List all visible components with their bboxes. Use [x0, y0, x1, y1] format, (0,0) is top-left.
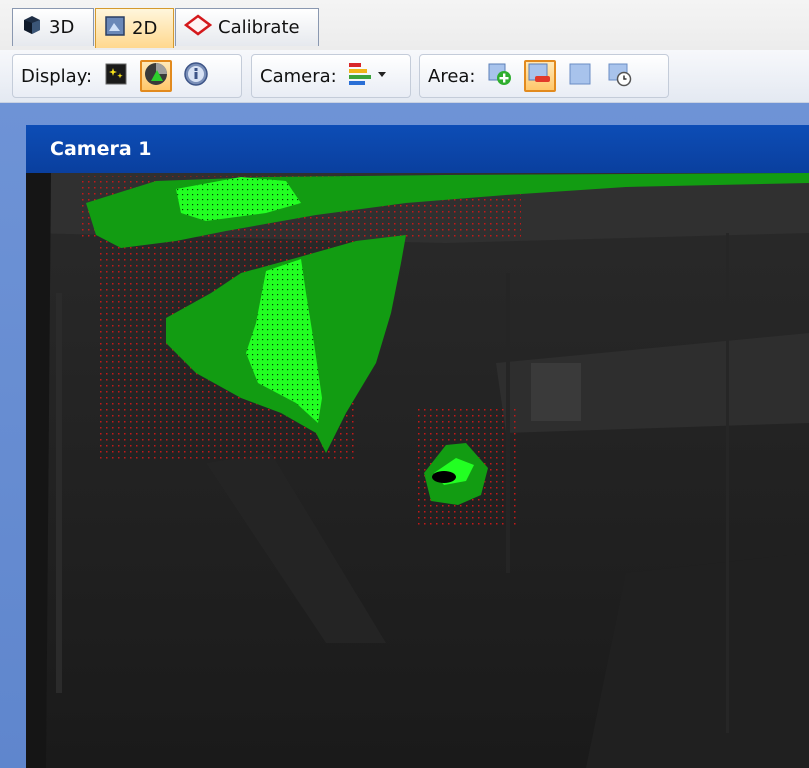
camera-list-icon [347, 60, 389, 93]
display-info-button[interactable] [180, 60, 212, 92]
tab-calibrate[interactable]: Calibrate [175, 8, 319, 46]
area-remove-icon [527, 61, 553, 92]
area-remove-button[interactable] [523, 60, 556, 92]
camera-label: Camera: [260, 65, 337, 87]
tab-2d[interactable]: 2D [95, 8, 174, 48]
camera-panel: Camera 1 [26, 125, 809, 768]
info-icon [183, 61, 209, 92]
camera-group: Camera: [251, 54, 411, 98]
view-tab-bar: 3D 2D Calibrate [0, 0, 809, 51]
camera-panel-title: Camera 1 [50, 138, 152, 160]
area-add-icon [487, 61, 513, 92]
main-toolbar: Display: Camera: Area: [0, 50, 809, 103]
display-label: Display: [21, 65, 93, 87]
area-clock-icon [607, 61, 633, 92]
display-sparkle-button[interactable] [100, 60, 132, 92]
workspace-background: Camera 1 [0, 103, 809, 768]
tab-3d-label: 3D [49, 17, 75, 38]
tab-calibrate-label: Calibrate [218, 17, 300, 38]
cube-icon [21, 14, 43, 41]
display-group: Display: [12, 54, 242, 98]
camera-feed-view[interactable] [26, 173, 809, 768]
diamond-icon [183, 14, 213, 41]
camera-feed-image [26, 173, 809, 768]
sparkle-icon [104, 62, 128, 91]
area-rectangle-icon [567, 61, 593, 92]
tab-2d-label: 2D [132, 18, 158, 39]
tab-3d[interactable]: 3D [12, 8, 94, 46]
camera-select-dropdown[interactable] [345, 60, 391, 92]
display-detection-button[interactable] [140, 60, 173, 92]
area-add-button[interactable] [484, 60, 516, 92]
image-icon [104, 15, 126, 42]
app-window: 3D 2D Calibrate Display: Camera: Area: C… [0, 0, 809, 768]
camera-panel-header: Camera 1 [26, 125, 809, 173]
tracked-object-shadow [432, 471, 456, 483]
detection-overlay-icon [143, 61, 169, 92]
area-schedule-button[interactable] [604, 60, 636, 92]
area-group: Area: [419, 54, 669, 98]
area-select-button[interactable] [564, 60, 596, 92]
area-label: Area: [428, 65, 476, 87]
